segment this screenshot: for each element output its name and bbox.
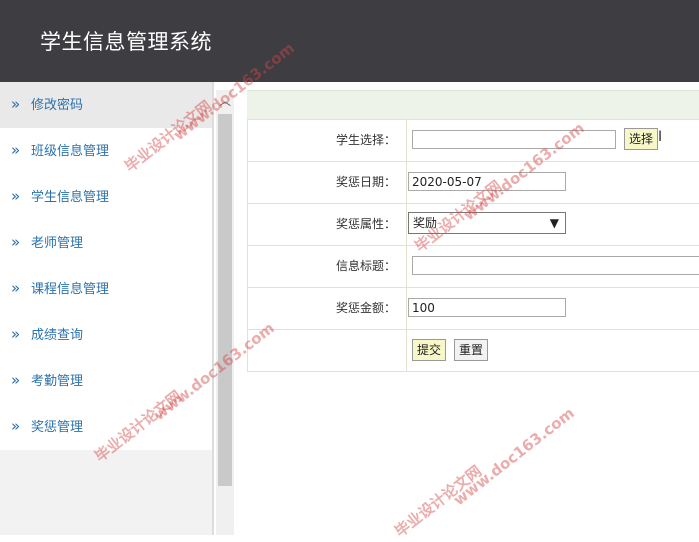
watermark-text: 毕业设计论文网 <box>391 461 486 541</box>
student-input[interactable] <box>412 130 616 149</box>
type-select-value: 奖励 <box>413 216 438 230</box>
sidebar-item-label: 班级信息管理 <box>31 144 110 159</box>
title-input[interactable] <box>412 256 699 275</box>
submit-button[interactable]: 提交 <box>412 339 447 361</box>
watermark-url: www.doc163.com <box>450 403 578 510</box>
text-cursor-icon: I <box>658 129 663 145</box>
sidebar-item-label: 考勤管理 <box>31 374 84 389</box>
double-chevron-right-icon: » <box>11 279 21 297</box>
reset-button[interactable]: 重置 <box>454 339 489 361</box>
field-label: 奖惩属性： <box>248 203 407 245</box>
double-chevron-right-icon: » <box>11 187 21 205</box>
sidebar-item-course-management[interactable]: » 课程信息管理 <box>0 266 212 312</box>
double-chevron-right-icon: » <box>11 371 21 389</box>
form-row-actions: 提交 重置 <box>247 329 699 372</box>
amount-input[interactable]: 100 <box>408 298 566 317</box>
form-row-amount: 奖惩金额： 100 <box>247 287 699 330</box>
form-row-student: 学生选择： 选择 <box>247 119 699 162</box>
field-label: 奖惩金额： <box>248 287 407 329</box>
double-chevron-right-icon: » <box>11 233 21 251</box>
form-row-date: 奖惩日期： 2020-05-07 <box>247 161 699 204</box>
double-chevron-right-icon: » <box>11 141 21 159</box>
student-label: 学生选择： <box>335 133 396 147</box>
sidebar-item-label: 奖惩管理 <box>31 420 84 435</box>
sidebar-item-grade-query[interactable]: » 成绩查询 <box>0 312 212 358</box>
double-chevron-right-icon: » <box>11 95 21 113</box>
field-label-empty <box>248 329 407 371</box>
scroll-up-arrow-icon[interactable]: ︿ <box>216 90 234 110</box>
title-label: 信息标题： <box>335 259 396 273</box>
type-select[interactable]: 奖励 ▼ <box>408 212 566 234</box>
sidebar-item-label: 修改密码 <box>31 98 84 113</box>
sidebar-item-reward-punishment[interactable]: » 奖惩管理 <box>0 404 212 450</box>
sidebar: » 修改密码 » 班级信息管理 » 学生信息管理 » 老师管理 » 课程信息管理… <box>0 82 212 535</box>
amount-label: 奖惩金额： <box>335 301 396 315</box>
frame-divider[interactable] <box>212 82 214 535</box>
field-label: 学生选择： <box>248 119 407 161</box>
app-title: 学生信息管理系统 <box>40 30 212 54</box>
app-header: 学生信息管理系统 <box>0 0 699 82</box>
sidebar-item-attendance-management[interactable]: » 考勤管理 <box>0 358 212 404</box>
sidebar-item-teacher-management[interactable]: » 老师管理 <box>0 220 212 266</box>
field-label: 奖惩日期： <box>248 161 407 203</box>
double-chevron-right-icon: » <box>11 325 21 343</box>
sidebar-item-label: 成绩查询 <box>31 328 84 343</box>
double-chevron-right-icon: » <box>11 417 21 435</box>
frame-scrollbar[interactable]: ︿ <box>216 90 234 535</box>
date-input[interactable]: 2020-05-07 <box>408 172 566 191</box>
scroll-thumb[interactable] <box>218 114 232 486</box>
sidebar-item-class-management[interactable]: » 班级信息管理 <box>0 128 212 174</box>
chevron-down-icon: ▼ <box>549 216 559 230</box>
sidebar-item-label: 课程信息管理 <box>31 282 110 297</box>
sidebar-item-label: 老师管理 <box>31 236 84 251</box>
sidebar-item-label: 学生信息管理 <box>31 190 110 205</box>
form-row-type: 奖惩属性： 奖励 ▼ <box>247 203 699 246</box>
sidebar-item-change-password[interactable]: » 修改密码 <box>0 82 212 128</box>
form-header-bar <box>247 90 699 120</box>
select-student-button[interactable]: 选择 <box>624 128 659 150</box>
sidebar-item-student-management[interactable]: » 学生信息管理 <box>0 174 212 220</box>
form-row-title: 信息标题： <box>247 245 699 288</box>
field-label: 信息标题： <box>248 245 407 287</box>
type-label: 奖惩属性： <box>335 217 396 231</box>
sidebar-menu: » 修改密码 » 班级信息管理 » 学生信息管理 » 老师管理 » 课程信息管理… <box>0 82 212 450</box>
date-label: 奖惩日期： <box>335 175 396 189</box>
form-panel: 学生选择： 选择 奖惩日期： 2020-05-07 奖惩属性： 奖励 ▼ 信息标… <box>247 90 699 372</box>
